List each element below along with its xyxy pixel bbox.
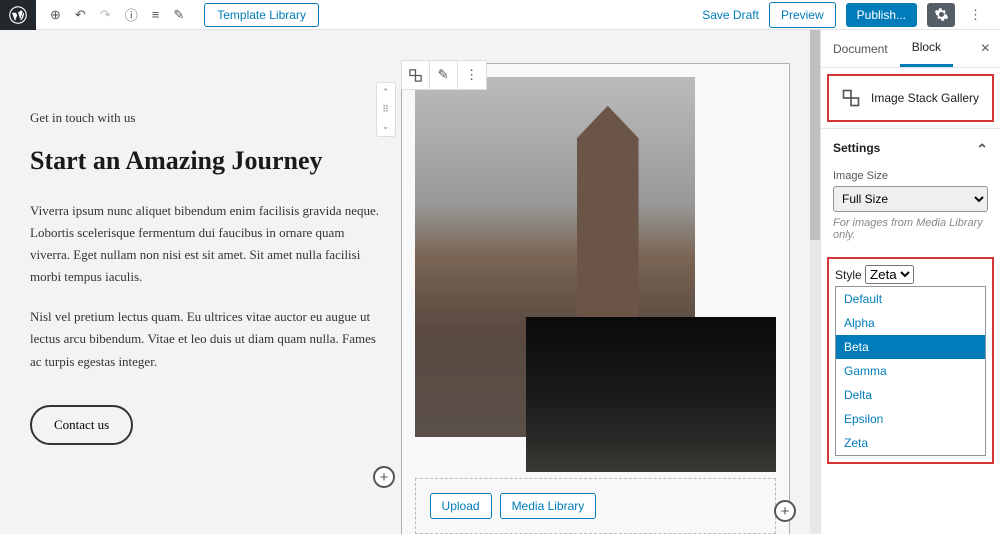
option-epsilon[interactable]: Epsilon [836, 407, 985, 431]
image-size-helper: For images from Media Library only. [833, 217, 988, 241]
media-library-button[interactable]: Media Library [500, 493, 597, 519]
image-size-label: Image Size [833, 170, 988, 182]
style-dropdown-list: Default Alpha Beta Gamma Delta Epsilon Z… [835, 286, 986, 456]
option-gamma[interactable]: Gamma [836, 359, 985, 383]
upload-button[interactable]: Upload [430, 493, 492, 519]
info-icon[interactable]: ⓘ [125, 5, 138, 24]
add-block-icon[interactable]: ⊕ [50, 7, 61, 23]
close-sidebar-icon[interactable]: × [971, 40, 1000, 58]
undo-icon[interactable]: ↶ [75, 7, 86, 23]
chevron-up-icon: ⌃ [976, 141, 988, 158]
subtitle[interactable]: Get in touch with us [30, 110, 381, 126]
block-type-label: Image Stack Gallery [871, 91, 979, 105]
image-size-select[interactable]: Full Size [833, 186, 988, 212]
template-library-button[interactable]: Template Library [204, 3, 319, 27]
block-type-icon[interactable] [402, 61, 430, 89]
settings-sidebar: Document Block × Image Stack Gallery Set… [820, 30, 1000, 534]
save-draft-link[interactable]: Save Draft [702, 8, 759, 22]
edit-icon[interactable]: ✎ [173, 7, 184, 23]
paragraph-2[interactable]: Nisl vel pretium lectus quam. Eu ultrice… [30, 306, 381, 372]
option-delta[interactable]: Delta [836, 383, 985, 407]
block-more-icon[interactable]: ⋮ [458, 61, 486, 89]
drag-dots-icon[interactable]: ⠿ [382, 104, 389, 115]
option-beta[interactable]: Beta [836, 335, 985, 359]
contact-button[interactable]: Contact us [30, 405, 133, 445]
style-label: Style [835, 268, 862, 282]
editor-scrollbar[interactable] [810, 30, 820, 534]
drag-handle[interactable]: ⌃ ⠿ ⌄ [376, 82, 396, 137]
paragraph-1[interactable]: Viverra ipsum nunc aliquet bibendum enim… [30, 200, 381, 288]
publish-button[interactable]: Publish... [846, 3, 917, 27]
media-dropzone[interactable]: Upload Media Library [415, 478, 776, 534]
chevron-down-icon[interactable]: ⌄ [382, 121, 390, 132]
edit-block-icon[interactable]: ✎ [430, 61, 458, 89]
top-bar: ⊕ ↶ ↷ ⓘ ≡ ✎ Template Library Save Draft … [0, 0, 1000, 30]
image-stack-block[interactable]: Upload Media Library [401, 63, 790, 534]
insert-block-button[interactable]: + [373, 466, 395, 488]
more-options-icon[interactable]: ⋮ [965, 7, 986, 23]
settings-button[interactable] [927, 3, 955, 27]
chevron-up-icon[interactable]: ⌃ [382, 87, 390, 98]
option-default[interactable]: Default [836, 287, 985, 311]
tab-block[interactable]: Block [900, 30, 953, 67]
tab-document[interactable]: Document [821, 32, 900, 66]
wordpress-logo[interactable] [0, 0, 36, 30]
option-alpha[interactable]: Alpha [836, 311, 985, 335]
stack-image-2[interactable] [526, 317, 776, 472]
block-type-indicator: Image Stack Gallery [827, 74, 994, 122]
append-block-button[interactable]: + [774, 500, 796, 522]
gallery-icon [841, 88, 861, 108]
settings-panel-header[interactable]: Settings ⌃ [821, 128, 1000, 170]
option-zeta[interactable]: Zeta [836, 431, 985, 455]
outline-icon[interactable]: ≡ [152, 7, 160, 22]
preview-button[interactable]: Preview [769, 2, 836, 28]
style-select[interactable]: Zeta [865, 265, 914, 284]
page-heading[interactable]: Start an Amazing Journey [30, 146, 381, 176]
block-toolbar: ✎ ⋮ [401, 60, 487, 90]
editor-canvas: Get in touch with us Start an Amazing Jo… [0, 30, 820, 534]
redo-icon[interactable]: ↷ [100, 7, 111, 23]
